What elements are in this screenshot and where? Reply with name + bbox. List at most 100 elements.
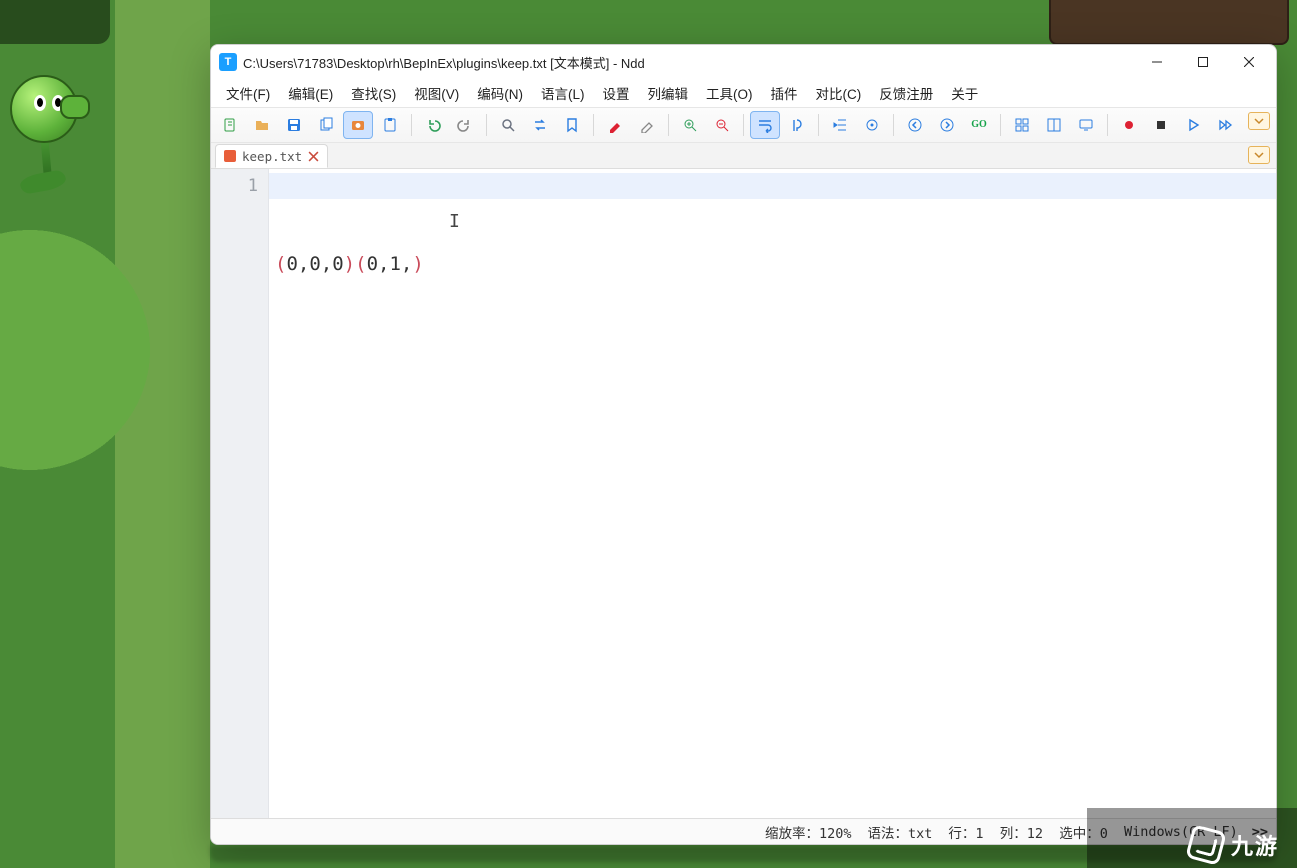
code-area[interactable]: (0,0,0)(0,1,) I [269,169,1276,818]
split-icon [1046,117,1062,133]
zoom-out-button[interactable] [707,111,737,139]
syntax-value: txt [908,826,932,842]
monitor-button[interactable] [1071,111,1101,139]
save-icon [286,117,302,133]
show-symbols-button[interactable] [782,111,812,139]
menu-item-plugins[interactable]: 插件 [762,80,807,106]
play-button[interactable] [1178,111,1208,139]
current-line-highlight [269,173,1276,199]
menu-item-compare[interactable]: 对比(C) [807,80,871,106]
file-tab-label: keep.txt [242,149,302,164]
replace-button[interactable] [525,111,555,139]
undo-button[interactable] [418,111,448,139]
toolbar-separator [818,114,819,136]
menu-item-tools[interactable]: 工具(O) [697,80,762,106]
copy-button[interactable] [311,111,341,139]
zoom-label: 缩放率： [765,826,819,842]
title-bar[interactable]: T C:\Users\71783\Desktop\rh\BepInEx\plug… [211,45,1276,79]
goto-button[interactable]: GO [964,111,994,139]
indent-button[interactable] [825,111,855,139]
camera-button[interactable] [343,111,373,139]
file-tab[interactable]: keep.txt [215,144,328,168]
copy-icon [318,117,334,133]
zoom-value: 120% [819,826,852,842]
game-panel [1049,0,1289,45]
close-button[interactable] [1226,45,1272,79]
menu-item-search[interactable]: 查找(S) [342,80,405,106]
new-file-icon [222,117,238,133]
undo-icon [425,117,441,133]
zoom-in-button[interactable] [675,111,705,139]
toolbar-separator [743,114,744,136]
open-folder-icon [254,117,270,133]
marker-red-icon [607,117,623,133]
app-icon: T [219,53,237,71]
zoom-in-icon [682,117,698,133]
nav-prev-button[interactable] [900,111,930,139]
close-tab-icon[interactable] [308,151,319,162]
source-watermark [0,0,110,44]
show-symbols-icon [789,117,805,133]
menu-item-settings[interactable]: 设置 [594,80,639,106]
replace-icon [532,117,548,133]
status-zoom[interactable]: 缩放率：120% [757,822,860,842]
marker-red-button[interactable] [600,111,630,139]
record-button[interactable] [1114,111,1144,139]
stop-icon [1153,117,1169,133]
menu-item-encoding[interactable]: 编码(N) [468,80,532,106]
toolbar-separator [893,114,894,136]
nav-prev-icon [907,117,923,133]
nav-next-icon [939,117,955,133]
nav-next-button[interactable] [932,111,962,139]
open-folder-button[interactable] [247,111,277,139]
target-button[interactable] [857,111,887,139]
bookmark-button[interactable] [557,111,587,139]
file-dirty-icon [224,150,236,162]
toolbar-overflow-button[interactable] [1248,112,1270,130]
brand-watermark: 九游 [1087,808,1297,868]
menu-item-view[interactable]: 视图(V) [405,80,468,106]
play-icon [1185,117,1201,133]
status-syntax[interactable]: 语法：txt [859,822,940,842]
code-line: (0,0,0)(0,1,) [275,251,1270,277]
line-number-gutter: 1 [211,169,269,818]
paste-button[interactable] [375,111,405,139]
line-number: 1 [211,173,258,199]
camera-icon [350,117,366,133]
marker-clear-button[interactable] [632,111,662,139]
text-editor-window: T C:\Users\71783\Desktop\rh\BepInEx\plug… [210,44,1277,845]
bookmark-icon [564,117,580,133]
editor-area: 1 (0,0,0)(0,1,) I [211,169,1276,818]
redo-icon [457,117,473,133]
menu-item-file[interactable]: 文件(F) [217,80,279,106]
grid-icon [1014,117,1030,133]
stop-button[interactable] [1146,111,1176,139]
menu-item-language[interactable]: 语言(L) [532,80,594,106]
tabbar-overflow-button[interactable] [1248,146,1270,164]
target-icon [864,117,880,133]
grid-button[interactable] [1007,111,1037,139]
redo-button[interactable] [450,111,480,139]
brand-text: 九游 [1231,829,1279,861]
minimize-button[interactable] [1134,45,1180,79]
save-button[interactable] [279,111,309,139]
word-wrap-button[interactable] [750,111,780,139]
zoom-out-icon [714,117,730,133]
paste-icon [382,117,398,133]
toolbar-separator [1107,114,1108,136]
menu-item-about[interactable]: 关于 [942,80,987,106]
window-title: C:\Users\71783\Desktop\rh\BepInEx\plugin… [243,53,645,72]
fast-forward-icon [1217,117,1233,133]
tab-bar: keep.txt [211,143,1276,169]
split-button[interactable] [1039,111,1069,139]
toolbar-separator [1000,114,1001,136]
menu-item-coledit[interactable]: 列编辑 [639,80,698,106]
fast-forward-button[interactable] [1210,111,1240,139]
text-cursor-icon: I [449,209,460,235]
menu-item-edit[interactable]: 编辑(E) [279,80,342,106]
menu-item-feedback[interactable]: 反馈注册 [870,80,942,106]
maximize-button[interactable] [1180,45,1226,79]
marker-clear-icon [639,117,655,133]
new-file-button[interactable] [215,111,245,139]
find-button[interactable] [493,111,523,139]
